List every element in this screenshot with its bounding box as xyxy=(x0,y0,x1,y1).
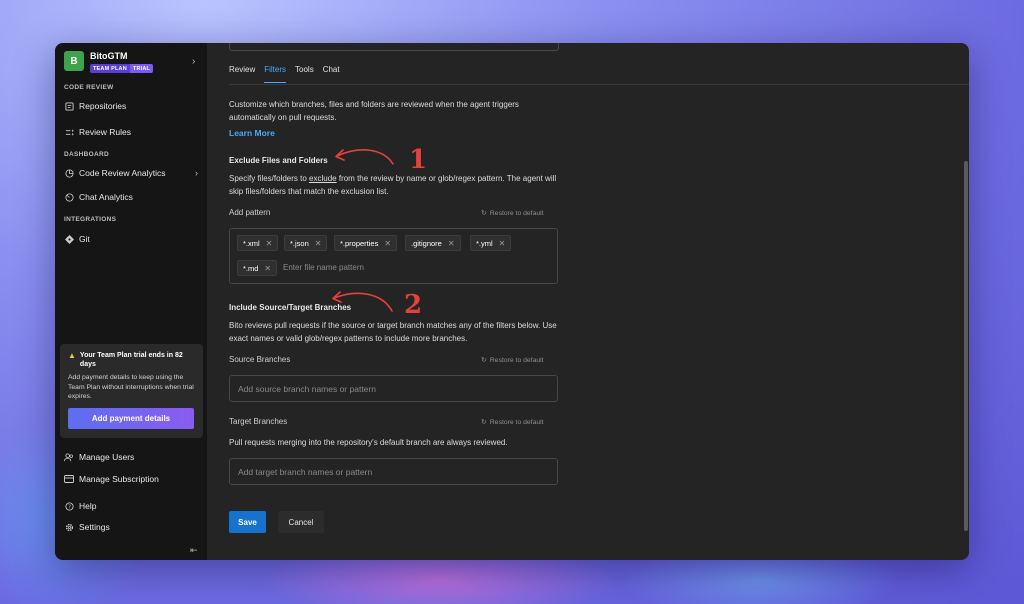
app-window: B BitoGTM TEAM PLAN TRIAL › CODE REVIEW … xyxy=(55,43,969,560)
close-icon[interactable]: ✕ xyxy=(266,239,273,248)
sidebar-item-label: Settings xyxy=(79,522,110,532)
pattern-chip: *.json ✕ xyxy=(284,235,328,251)
restore-icon: ↻ xyxy=(481,210,487,217)
previous-textarea[interactable] xyxy=(229,43,559,51)
save-button[interactable]: Save xyxy=(229,511,266,533)
source-branches-input[interactable]: Add source branch names or pattern xyxy=(229,375,558,402)
sidebar-item-git[interactable]: Git xyxy=(64,232,198,246)
svg-text:?: ? xyxy=(68,504,71,510)
tab-tools[interactable]: Tools xyxy=(295,65,314,83)
sidebar-item-label: Repositories xyxy=(79,101,127,111)
main-content: Review Filters Tools Chat Customize whic… xyxy=(207,43,969,560)
restore-icon: ↻ xyxy=(481,419,487,426)
pattern-chip: *.xml ✕ xyxy=(237,235,279,251)
gear-icon xyxy=(64,522,74,532)
scrollbar-thumb[interactable] xyxy=(964,161,968,531)
annotation-arrow-2: 2 xyxy=(332,290,422,320)
annotation-number-2: 2 xyxy=(404,290,422,320)
source-branches-label: Source Branches xyxy=(229,355,291,364)
target-branches-label: Target Branches xyxy=(229,417,288,426)
tab-review[interactable]: Review xyxy=(229,65,255,83)
restore-default-exclude[interactable]: ↻ Restore to default xyxy=(481,209,544,218)
include-desc: Bito reviews pull requests if the source… xyxy=(229,321,557,343)
target-desc: Pull requests merging into the repositor… xyxy=(229,438,508,447)
tab-filters[interactable]: Filters xyxy=(264,65,287,83)
sidebar-item-repositories[interactable]: Repositories xyxy=(64,99,198,113)
section-integrations: INTEGRATIONS xyxy=(64,216,117,223)
users-icon xyxy=(64,452,74,462)
org-switcher[interactable]: B BitoGTM TEAM PLAN TRIAL xyxy=(64,51,154,73)
annotation-number-1: 1 xyxy=(409,145,427,175)
restore-icon: ↻ xyxy=(481,357,487,364)
analytics-icon xyxy=(64,168,74,178)
trial-title: Your Team Plan trial ends in 82 days xyxy=(79,352,183,368)
trial-card: ▲ Your Team Plan trial ends in 82 days A… xyxy=(60,344,203,438)
chat-analytics-icon xyxy=(64,192,74,202)
filters-intro: Customize which branches, files and fold… xyxy=(229,100,519,122)
trial-body: Add payment details to keep using the Te… xyxy=(68,374,194,400)
close-icon[interactable]: ✕ xyxy=(384,239,391,248)
tab-divider xyxy=(229,84,969,85)
add-pattern-label: Add pattern xyxy=(229,208,271,217)
org-avatar: B xyxy=(64,51,84,71)
plan-badge: TEAM PLAN xyxy=(90,64,130,73)
cancel-button[interactable]: Cancel xyxy=(278,511,324,533)
close-icon[interactable]: ✕ xyxy=(264,264,271,273)
pattern-chip: .gitignore ✕ xyxy=(405,235,461,251)
sidebar-item-label: Manage Subscription xyxy=(79,474,159,484)
sidebar-item-settings[interactable]: Settings xyxy=(64,520,198,534)
trial-badge: TRIAL xyxy=(129,64,154,73)
close-icon[interactable]: ✕ xyxy=(448,239,455,248)
sidebar-item-code-review-analytics[interactable]: Code Review Analytics › xyxy=(64,166,198,180)
close-icon[interactable]: ✕ xyxy=(315,239,322,248)
subscription-icon xyxy=(64,474,74,484)
pattern-chip: *.md ✕ xyxy=(237,260,278,276)
sidebar: B BitoGTM TEAM PLAN TRIAL › CODE REVIEW … xyxy=(55,43,207,560)
add-payment-details-button[interactable]: Add payment details xyxy=(68,407,194,429)
restore-default-source[interactable]: ↻ Restore to default xyxy=(481,356,544,365)
tab-chat[interactable]: Chat xyxy=(323,65,340,83)
repo-icon xyxy=(64,101,74,111)
target-branches-input[interactable]: Add target branch names or pattern xyxy=(229,458,558,485)
pattern-placeholder[interactable]: Enter file name pattern xyxy=(283,263,364,272)
sidebar-item-help[interactable]: ? Help xyxy=(64,499,198,513)
sidebar-item-label: Code Review Analytics xyxy=(79,168,166,178)
learn-more-link[interactable]: Learn More xyxy=(229,128,275,138)
annotation-arrow-1: 1 xyxy=(335,145,427,175)
org-name: BitoGTM xyxy=(90,51,128,61)
sidebar-item-label: Help xyxy=(79,501,97,511)
sidebar-item-label: Chat Analytics xyxy=(79,192,133,202)
git-icon xyxy=(64,234,74,244)
pattern-chip: *.properties ✕ xyxy=(334,235,398,251)
settings-tabs: Review Filters Tools Chat xyxy=(229,65,349,83)
sidebar-item-chat-analytics[interactable]: Chat Analytics xyxy=(64,190,198,204)
restore-default-target[interactable]: ↻ Restore to default xyxy=(481,418,544,427)
sidebar-item-review-rules[interactable]: Review Rules xyxy=(64,125,198,139)
sidebar-item-manage-subscription[interactable]: Manage Subscription xyxy=(64,472,198,486)
pattern-chip: *.yml ✕ xyxy=(470,235,512,251)
section-code-review: CODE REVIEW xyxy=(64,84,114,91)
collapse-sidebar-icon[interactable]: ⇤ xyxy=(190,545,198,556)
sidebar-item-label: Git xyxy=(79,234,90,244)
chevron-right-icon[interactable]: › xyxy=(192,56,195,67)
help-icon: ? xyxy=(64,501,74,511)
close-icon[interactable]: ✕ xyxy=(499,239,506,248)
exclude-title: Exclude Files and Folders xyxy=(229,156,328,165)
sidebar-item-manage-users[interactable]: Manage Users xyxy=(64,450,198,464)
sidebar-item-label: Manage Users xyxy=(79,452,135,462)
sidebar-item-label: Review Rules xyxy=(79,127,131,137)
exclude-pattern-input[interactable]: *.xml ✕ *.json ✕ *.properties ✕ .gitignore ✕… xyxy=(229,228,558,284)
chevron-right-icon: › xyxy=(195,168,198,178)
section-dashboard: DASHBOARD xyxy=(64,151,109,158)
warning-icon: ▲ xyxy=(68,351,76,360)
rules-icon xyxy=(64,127,74,137)
